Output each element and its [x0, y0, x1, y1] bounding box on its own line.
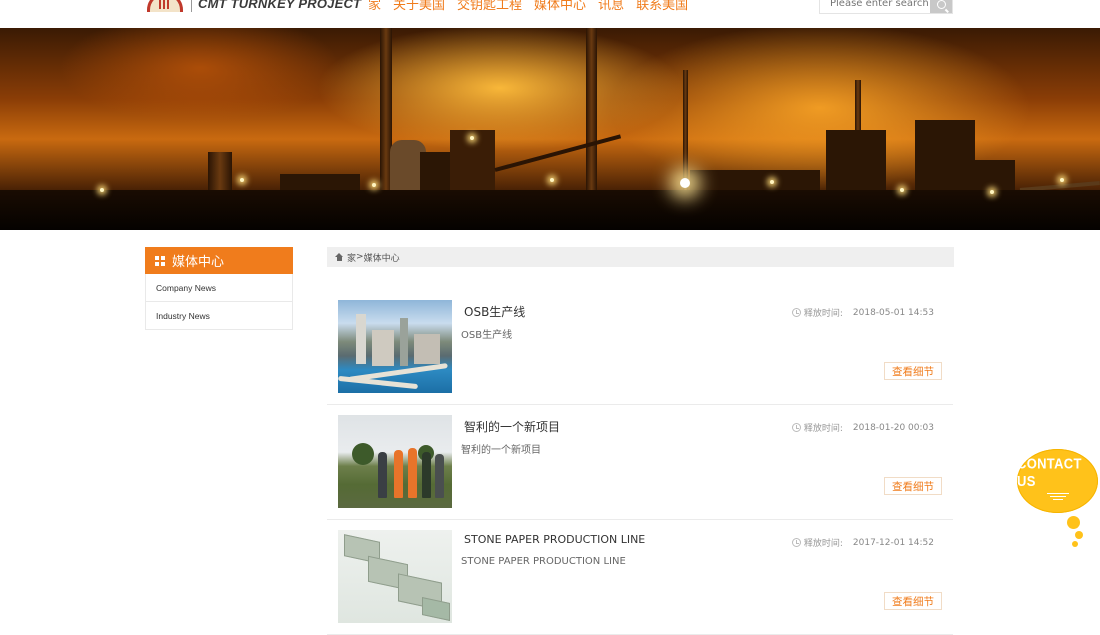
clock-icon	[791, 308, 801, 317]
nav-media-center[interactable]: 媒体中心	[534, 0, 586, 13]
view-details-button[interactable]: 查看细节	[884, 362, 942, 380]
search-icon	[936, 0, 946, 9]
news-summary: OSB生产线	[461, 330, 513, 341]
nav-contact[interactable]: 联系美国	[636, 0, 688, 13]
nav-news[interactable]: 讯息	[598, 0, 624, 13]
news-title[interactable]: OSB生产线	[464, 303, 525, 320]
news-thumbnail[interactable]	[338, 530, 452, 623]
news-thumbnail[interactable]	[338, 415, 452, 508]
grid-icon	[155, 255, 165, 266]
nav-about[interactable]: 关于美国	[393, 0, 445, 13]
search-button[interactable]	[930, 0, 952, 13]
clock-icon	[791, 538, 801, 547]
sidebar-title: 媒体中心	[145, 247, 293, 274]
breadcrumb-home[interactable]: 家	[347, 251, 356, 264]
search-input[interactable]	[820, 0, 930, 13]
nav-turnkey[interactable]: 交钥匙工程	[457, 0, 522, 13]
breadcrumb: 家 > 媒体中心	[327, 247, 954, 267]
contact-bubble-dot	[1067, 516, 1080, 529]
home-icon	[335, 253, 344, 261]
contact-us-button[interactable]: CONTACT US	[1017, 449, 1098, 513]
breadcrumb-separator: >	[356, 252, 364, 262]
contact-bubble-dot	[1075, 531, 1083, 539]
site-header: CMT TURNKEY PROJECT 家 关于美国 交钥匙工程 媒体中心 讯息…	[0, 0, 1100, 28]
contact-bubble-dot	[1072, 541, 1078, 547]
sidebar-item-company-news[interactable]: Company News	[145, 274, 293, 302]
news-title[interactable]: STONE PAPER PRODUCTION LINE	[464, 533, 645, 546]
view-details-button[interactable]: 查看细节	[884, 592, 942, 610]
news-title[interactable]: 智利的一个新项目	[464, 418, 560, 435]
news-thumbnail[interactable]	[338, 300, 452, 393]
view-details-button[interactable]: 查看细节	[884, 477, 942, 495]
logo-text: CMT TURNKEY PROJECT	[198, 0, 362, 11]
sidebar-item-industry-news[interactable]: Industry News	[145, 302, 293, 330]
news-item: OSB生产线 OSB生产线 释放时间: 2018-05-01 14:53 查看细…	[327, 289, 953, 405]
sidebar: 媒体中心 Company News Industry News	[145, 247, 293, 330]
site-logo[interactable]: CMT TURNKEY PROJECT	[145, 0, 361, 12]
news-date: 释放时间: 2018-05-01 14:53	[791, 306, 934, 319]
clock-icon	[791, 423, 801, 432]
news-summary: 智利的一个新项目	[461, 445, 541, 456]
main-nav: 家 关于美国 交钥匙工程 媒体中心 讯息 联系美国	[368, 0, 688, 13]
news-date: 释放时间: 2017-12-01 14:52	[791, 536, 934, 549]
search-box	[819, 0, 953, 14]
news-date: 释放时间: 2018-01-20 00:03	[791, 421, 934, 434]
news-summary: STONE PAPER PRODUCTION LINE	[461, 556, 626, 567]
contact-lines-icon	[1046, 491, 1069, 502]
hero-banner	[0, 28, 1100, 230]
news-item: 智利的一个新项目 智利的一个新项目 释放时间: 2018-01-20 00:03…	[327, 404, 953, 520]
logo-mark-icon	[145, 0, 185, 12]
nav-home[interactable]: 家	[368, 0, 381, 13]
breadcrumb-current[interactable]: 媒体中心	[364, 251, 400, 264]
